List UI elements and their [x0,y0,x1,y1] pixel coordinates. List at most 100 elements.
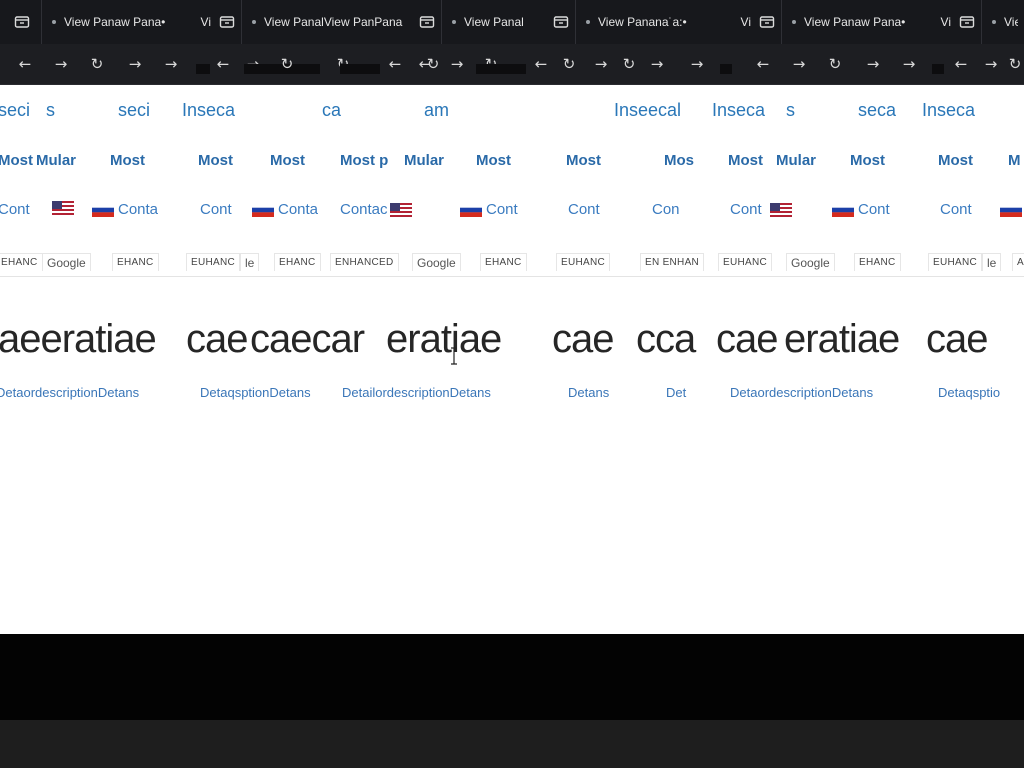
contact-link[interactable]: Cont [200,201,232,218]
forward-arrow-icon[interactable]: → [124,53,146,75]
most-link[interactable]: Most [476,152,511,169]
google-badge[interactable]: Google [786,253,835,271]
detail-fragment[interactable]: DetailordescriptionDetans [342,385,491,400]
detail-fragment[interactable]: DetaordescriptionDetans [730,385,873,400]
forward-arrow-icon[interactable]: → [646,53,668,75]
tab-4[interactable]: View Panana˙a:• Vi [576,0,782,44]
contact-link[interactable]: Cont [0,201,30,218]
security-link[interactable]: s [786,100,795,121]
inbox-icon[interactable] [219,14,235,30]
enhanced-badge[interactable]: ENHANCED [330,253,399,271]
detail-fragment[interactable]: DetaqsptionDetans [200,385,311,400]
contact-link[interactable]: Cont [832,201,890,218]
detail-fragment[interactable]: Det [666,385,686,400]
most-link[interactable]: M [1008,152,1021,169]
enhanced-badge[interactable]: EUHANC [186,253,241,271]
forward-arrow-icon[interactable]: → [788,53,810,75]
contact-link[interactable]: Cont [940,201,1024,218]
forward-arrow-icon[interactable]: → [50,53,72,75]
security-link[interactable]: am [424,100,449,121]
enhanced-badge[interactable]: EHANC [480,253,527,271]
security-link[interactable]: Inseca [182,100,235,121]
security-link[interactable]: Inseca [712,100,765,121]
inbox-icon[interactable] [759,14,775,30]
reload-icon[interactable]: ↻ [618,53,640,75]
most-link[interactable]: Most p [340,152,388,169]
contact-link[interactable]: Cont [568,201,600,218]
reload-icon[interactable]: ↻ [86,53,108,75]
security-link[interactable]: seci [118,100,150,121]
google-badge[interactable]: le [982,253,1002,271]
reload-icon[interactable]: ↻ [422,53,444,75]
enhanced-badge[interactable]: EHANC [0,253,43,271]
enhanced-badge[interactable]: EHANC [274,253,321,271]
detail-fragment[interactable]: Detans [568,385,609,400]
most-link[interactable]: Most [110,152,145,169]
inbox-icon[interactable] [419,14,435,30]
contact-link[interactable]: Conta [92,201,158,218]
security-link[interactable]: seca [858,100,896,121]
reload-icon[interactable]: ↻ [824,53,846,75]
inbox-icon[interactable] [553,14,569,30]
enhanced-badge[interactable]: EUHANC [718,253,773,271]
back-arrow-icon[interactable]: ← [752,53,774,75]
google-badge[interactable]: le [240,253,260,271]
most-link[interactable]: Mular [404,152,444,169]
contact-link[interactable]: Con [652,201,680,218]
contact-link[interactable]: Contac [340,201,416,218]
most-link[interactable]: Mular [776,152,816,169]
google-badge[interactable]: Google [412,253,461,271]
back-arrow-icon[interactable]: ← [14,53,36,75]
security-link[interactable]: ca [322,100,341,121]
most-link[interactable]: Most [566,152,601,169]
forward-arrow-icon[interactable]: → [686,53,708,75]
detail-fragment[interactable]: Detaqsptio [938,385,1000,400]
toolbar-block [720,64,732,74]
security-link[interactable]: Inseecal [614,100,681,121]
most-link[interactable]: Mos [664,152,694,169]
inbox-icon[interactable] [14,14,30,30]
tab-6[interactable]: Vie [982,0,1024,44]
most-link[interactable]: Mular [36,152,76,169]
forward-arrow-icon[interactable]: → [446,53,468,75]
google-badge[interactable]: Google [42,253,91,271]
back-arrow-icon[interactable]: ← [384,53,406,75]
enhanced-badge[interactable]: EHANC [854,253,901,271]
contact-link[interactable]: Cont [730,201,796,218]
tab-0[interactable] [0,0,42,44]
contact-link[interactable]: Cont [460,201,518,218]
reload-icon[interactable]: ↻ [558,53,580,75]
most-link[interactable]: Most [0,152,33,169]
enhanced-badge[interactable]: EN ENHAN [640,253,705,271]
most-link[interactable]: Most [938,152,973,169]
enhanced-badge[interactable]: A [1012,253,1024,271]
forward-arrow-icon[interactable]: → [590,53,612,75]
back-arrow-icon[interactable]: ← [530,53,552,75]
security-link[interactable]: Inseca [922,100,975,121]
security-link[interactable]: seci [0,100,30,121]
back-arrow-icon[interactable]: ← [212,53,234,75]
most-link[interactable]: Most [270,152,305,169]
most-link[interactable]: Most [728,152,763,169]
security-link[interactable]: s [46,100,55,121]
tab-2[interactable]: View PanalView PanPana [242,0,442,44]
detail-fragment[interactable]: DetaordescriptionDetans [0,385,139,400]
contact-link[interactable] [52,201,78,215]
reload-icon[interactable]: ↻ [276,53,298,75]
enhanced-badge[interactable]: EUHANC [928,253,983,271]
forward-arrow-icon[interactable]: → [898,53,920,75]
reload-icon[interactable]: ↻ [1004,53,1024,75]
forward-arrow-icon[interactable]: → [862,53,884,75]
inbox-icon[interactable] [959,14,975,30]
most-link[interactable]: Most [850,152,885,169]
forward-arrow-icon[interactable]: → [160,53,182,75]
most-link[interactable]: Most [198,152,233,169]
back-arrow-icon[interactable]: ← [950,53,972,75]
tab-1[interactable]: View Panaw Pana• Vi [42,0,242,44]
enhanced-badge[interactable]: EHANC [112,253,159,271]
enhanced-badge[interactable]: EUHANC [556,253,611,271]
tab-5[interactable]: View Panaw Pana• Vi [782,0,982,44]
tab-3[interactable]: View Panal [442,0,576,44]
forward-arrow-icon[interactable]: → [980,53,1002,75]
contact-link[interactable]: Conta [252,201,318,218]
